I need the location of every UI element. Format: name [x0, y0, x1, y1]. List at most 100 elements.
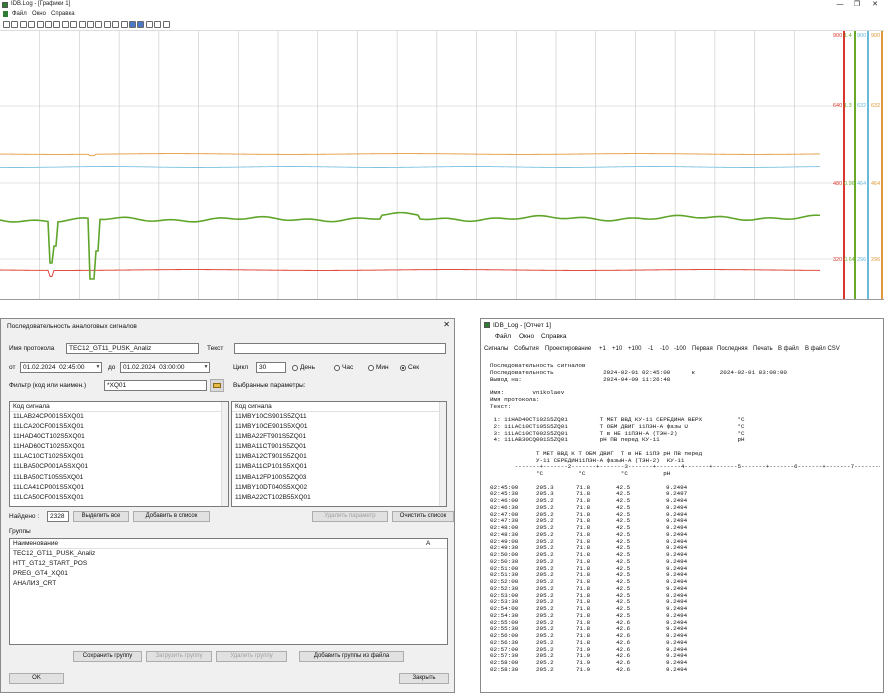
new-icon[interactable]: [3, 21, 10, 28]
delete-group-button[interactable]: Удалить группу: [216, 651, 287, 662]
radio-hour[interactable]: [334, 365, 340, 371]
close-button[interactable]: ✕: [867, 0, 883, 10]
left-list-item[interactable]: 11LCA20CF001S5XQ01: [10, 422, 228, 432]
menu-window[interactable]: Окно: [32, 11, 46, 17]
tool-design[interactable]: Проектирование: [545, 346, 591, 352]
right-list-item[interactable]: 11MBA11CT901S5ZQ01: [232, 442, 446, 452]
left-list-scrollbar[interactable]: [221, 402, 228, 506]
report-menu-help[interactable]: Справка: [541, 333, 567, 340]
pan-icon[interactable]: [78, 21, 86, 28]
group-item[interactable]: TEC12_GT11_PUSK_Analiz: [10, 549, 447, 559]
zoom-in-icon[interactable]: [61, 21, 69, 28]
group-item[interactable]: HTT_GT12_START_POS: [10, 559, 447, 569]
right-list-scrollbar[interactable]: [439, 402, 446, 506]
signal-list-right[interactable]: Код сигнала 11MBY10CS901S5ZQ11 11MBY10CE9…: [231, 401, 447, 507]
list-icon[interactable]: [19, 21, 27, 28]
zoom-icon[interactable]: [45, 21, 52, 28]
save-group-button[interactable]: Сохранить группу: [73, 651, 142, 662]
to-date: 01.02.2024: [123, 364, 156, 371]
remove-param-button[interactable]: Удалить параметр: [312, 511, 388, 522]
left-list-item[interactable]: 11HAD60CT102S5XQ01: [10, 442, 228, 452]
right-list-item[interactable]: 11MBY10CS901S5ZQ11: [232, 412, 446, 422]
clear-list-button[interactable]: Очистить список: [392, 511, 454, 522]
right-list-item[interactable]: 11MBA22CT102B55XQ01: [232, 493, 446, 503]
from-datetime-input[interactable]: 01.02.2024 02:45:00: [20, 362, 102, 373]
close-dialog-button[interactable]: Закрыть: [399, 673, 449, 684]
text-icon[interactable]: [103, 21, 111, 28]
tool-print[interactable]: Печать: [753, 346, 773, 352]
left-list-item[interactable]: 11LBA50CT105S5XQ01: [10, 473, 228, 483]
cycle-input[interactable]: 30: [256, 362, 286, 373]
chart-icon[interactable]: [53, 21, 61, 28]
group-item[interactable]: АНАЛИЗ_CRT: [10, 579, 447, 589]
open-icon[interactable]: [11, 21, 19, 28]
settings-icon[interactable]: [145, 21, 153, 28]
maximize-button[interactable]: ❐: [849, 0, 865, 10]
signal-list-left[interactable]: Код сигнала 11LAB24CP001S5XQ01 11LCA20CF0…: [9, 401, 229, 507]
menu-help[interactable]: Справка: [51, 11, 75, 17]
marker-icon[interactable]: [112, 21, 120, 28]
scale-axis-line: [867, 31, 869, 299]
scale-value: 1.3: [844, 103, 852, 109]
to-datetime-input[interactable]: 01.02.2024 03:00:00: [120, 362, 210, 373]
minimize-button[interactable]: —: [832, 0, 848, 10]
tool-to-csv[interactable]: В файл CSV: [805, 346, 840, 352]
group-item[interactable]: PREG_GT4_XQ01: [10, 569, 447, 579]
grid-icon[interactable]: [28, 21, 36, 28]
selected-params-label: Выбранные параметры:: [233, 382, 306, 389]
from-dropdown-icon[interactable]: ▼: [94, 362, 102, 373]
chart-icon[interactable]: [162, 21, 170, 28]
right-list-item[interactable]: 11MBA22FT901S5ZQ01: [232, 432, 446, 442]
radio-sec[interactable]: [400, 365, 406, 371]
tool-minus-100[interactable]: -100: [674, 346, 686, 352]
trend-plot[interactable]: [0, 31, 834, 299]
zoom-out-icon[interactable]: [70, 21, 78, 28]
report-menu-window[interactable]: Окно: [519, 333, 534, 340]
right-list-item[interactable]: 11MBY10CE901S5XQ01: [232, 422, 446, 432]
tool-last[interactable]: Последняя: [717, 346, 748, 352]
cursor-icon[interactable]: [95, 21, 103, 28]
tool-minus-1[interactable]: -1: [648, 346, 653, 352]
left-list-item[interactable]: 11HAD40CT102S5XQ01: [10, 432, 228, 442]
load-group-button[interactable]: Загрузить группу: [146, 651, 212, 662]
tool-minus-10[interactable]: -10: [660, 346, 669, 352]
pan-icon[interactable]: [87, 21, 94, 28]
tool-first[interactable]: Первая: [692, 346, 713, 352]
ok-button[interactable]: OK: [9, 673, 64, 684]
measure-icon[interactable]: [120, 21, 128, 28]
export-icon[interactable]: [154, 21, 162, 28]
dialog-close-icon[interactable]: ✕: [443, 320, 450, 329]
left-list-item[interactable]: 11LCA50CF001S5XQ01: [10, 493, 228, 503]
filter-input[interactable]: *XQ01: [104, 380, 207, 391]
select-all-button[interactable]: Выделить все: [73, 511, 129, 522]
tool-plus-1[interactable]: +1: [599, 346, 606, 352]
text-input[interactable]: [234, 343, 446, 354]
left-list-item[interactable]: 11LBA50CP001A5SXQ01: [10, 462, 228, 472]
protocol-name-input[interactable]: TEC12_GT11_PUSK_Analiz: [66, 343, 199, 354]
target-icon[interactable]: [36, 21, 44, 28]
left-list-item[interactable]: 11LAB24CP001S5XQ01: [10, 412, 228, 422]
radio-day[interactable]: [292, 365, 298, 371]
tool-events[interactable]: События: [514, 346, 539, 352]
to-dropdown-icon[interactable]: ▼: [202, 362, 210, 373]
tool-signals[interactable]: Сигналы: [484, 346, 508, 352]
tool-plus-100[interactable]: +100: [628, 346, 642, 352]
report-menu-file[interactable]: Файл: [495, 333, 511, 340]
arrow-up-icon[interactable]: [137, 21, 145, 28]
left-list-item[interactable]: 11LAC10CT102S5XQ01: [10, 452, 228, 462]
right-list-item[interactable]: 11MBY10DT040S5XQ02: [232, 483, 446, 493]
left-list-item[interactable]: 11LCA41CP001S5XQ01: [10, 483, 228, 493]
tool-plus-10[interactable]: +10: [612, 346, 622, 352]
folder-button[interactable]: [210, 379, 224, 392]
add-groups-from-file-button[interactable]: Добавить группы из файла: [299, 651, 404, 662]
groups-list[interactable]: Наименование А TEC12_GT11_PUSK_Analiz HTT…: [9, 538, 448, 645]
tool-to-file[interactable]: В файл: [778, 346, 799, 352]
report-header-line: Имя протокола:: [490, 395, 540, 403]
menu-file[interactable]: Файл: [12, 11, 27, 17]
arrow-down-icon[interactable]: [129, 21, 136, 28]
radio-min[interactable]: [368, 365, 374, 371]
right-list-item[interactable]: 11MBA12CT901S5ZQ01: [232, 452, 446, 462]
add-to-list-button[interactable]: Добавить в список: [133, 511, 210, 522]
right-list-item[interactable]: 11MBA11CP101S5XQ01: [232, 462, 446, 472]
right-list-item[interactable]: 11MBA12FP100S5ZQ03: [232, 473, 446, 483]
